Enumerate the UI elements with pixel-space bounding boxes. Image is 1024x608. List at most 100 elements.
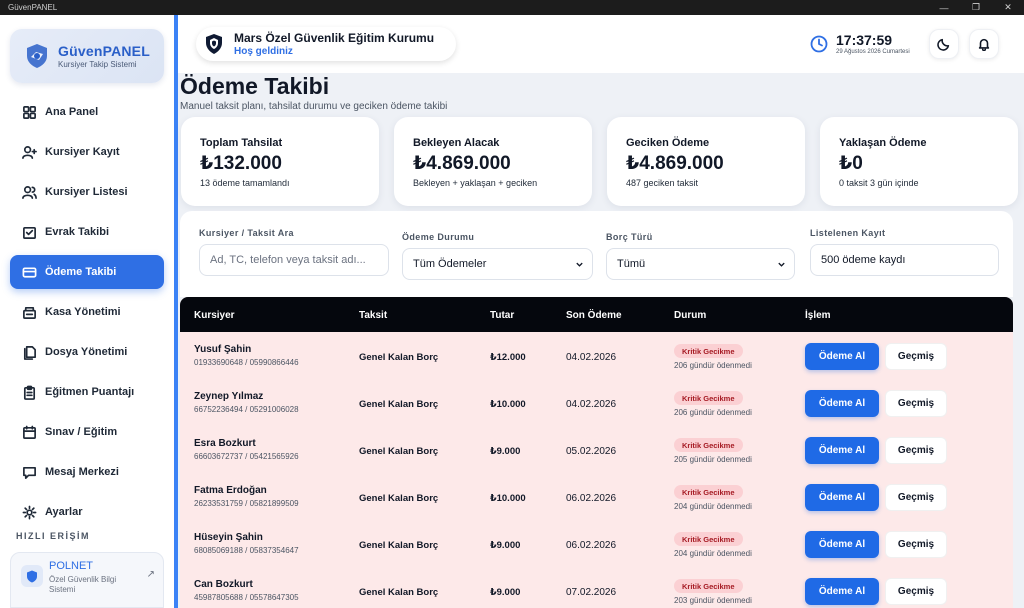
stat-title: Yaklaşan Ödeme xyxy=(839,137,927,149)
stat-card-pending-receivable: Bekleyen Alacak ₺4.869.000 Bekleyen + ya… xyxy=(394,117,592,206)
stat-title: Bekleyen Alacak xyxy=(413,137,500,149)
sidebar: GüvenPANEL Kursiyer Takip Sistemi Ana Pa… xyxy=(0,15,174,608)
column-header-student[interactable]: Kursiyer xyxy=(194,310,235,321)
table-row[interactable]: Can Bozkurt 45987805688 / 05578647305 Ge… xyxy=(180,569,1013,608)
student-ids: 68085069188 / 05837354647 xyxy=(194,546,299,555)
receive-payment-button[interactable]: Ödeme Al xyxy=(805,437,879,464)
history-button[interactable]: Geçmiş xyxy=(885,484,947,511)
history-button[interactable]: Geçmiş xyxy=(885,437,947,464)
clock-widget: 17:37:59 29 Ağustos 2026 Cumartesi xyxy=(810,32,910,55)
stat-card-upcoming-payment: Yaklaşan Ödeme ₺0 0 taksit 3 gün içinde xyxy=(820,117,1018,206)
sidebar-item-evrak-takibi[interactable]: Evrak Takibi xyxy=(10,215,164,249)
receive-payment-button[interactable]: Ödeme Al xyxy=(805,531,879,558)
installment-name: Genel Kalan Borç xyxy=(359,399,439,410)
brand-card[interactable]: GüvenPANEL Kursiyer Takip Sistemi xyxy=(10,29,164,83)
history-button[interactable]: Geçmiş xyxy=(885,390,947,417)
student-ids: 66603672737 / 05421565926 xyxy=(194,452,299,461)
receive-payment-button[interactable]: Ödeme Al xyxy=(805,484,879,511)
close-button[interactable]: ✕ xyxy=(992,0,1024,15)
debt-type-value: Tümü xyxy=(617,258,646,270)
stat-value: ₺4.869.000 xyxy=(626,153,724,174)
stat-note: 487 geciken taksit xyxy=(626,178,699,188)
status-badge: Kritik Gecikme xyxy=(674,532,743,546)
search-input[interactable]: Ad, TC, telefon veya taksit adı... xyxy=(199,244,389,276)
installment-name: Genel Kalan Borç xyxy=(359,587,439,598)
installment-name: Genel Kalan Borç xyxy=(359,446,439,457)
minimize-button[interactable]: — xyxy=(928,0,960,15)
users-icon xyxy=(22,185,37,199)
clipboard-icon xyxy=(23,385,36,400)
current-date: 29 Ağustos 2026 Cumartesi xyxy=(836,49,910,55)
dashboard-icon xyxy=(23,105,36,119)
student-ids: 45987805688 / 05578647305 xyxy=(194,593,299,602)
due-date: 05.02.2026 xyxy=(566,446,617,457)
history-button[interactable]: Geçmiş xyxy=(885,531,947,558)
installment-name: Genel Kalan Borç xyxy=(359,540,439,551)
column-header-installment[interactable]: Taksit xyxy=(359,310,387,321)
quick-access-polnet[interactable]: POLNET Özel Güvenlik Bilgi Sistemi ↗ xyxy=(10,552,164,608)
delay-text: 204 gündür ödenmedi xyxy=(674,549,752,558)
sidebar-item-dosya-yonetimi[interactable]: Dosya Yönetimi xyxy=(10,335,164,369)
theme-toggle-button[interactable] xyxy=(929,29,959,59)
credit-card-icon xyxy=(22,266,37,278)
receive-payment-button[interactable]: Ödeme Al xyxy=(805,343,879,370)
student-ids: 66752236494 / 05291006028 xyxy=(194,405,299,414)
sidebar-item-label: Kursiyer Listesi xyxy=(45,186,128,198)
gear-icon xyxy=(22,505,37,519)
amount: ₺10.000 xyxy=(490,493,526,504)
stat-title: Toplam Tahsilat xyxy=(200,137,283,149)
history-button[interactable]: Geçmiş xyxy=(885,343,947,370)
page-title: Ödeme Takibi xyxy=(180,73,330,99)
listed-count-value: 500 ödeme kaydı xyxy=(810,244,999,276)
document-check-icon xyxy=(23,226,36,239)
notifications-button[interactable] xyxy=(969,29,999,59)
sidebar-item-kursiyer-kayit[interactable]: Kursiyer Kayıt xyxy=(10,135,164,169)
history-button[interactable]: Geçmiş xyxy=(885,578,947,605)
sidebar-item-sinav-egitim[interactable]: Sınav / Eğitim xyxy=(10,415,164,449)
sidebar-item-odeme-takibi[interactable]: Ödeme Takibi xyxy=(10,255,164,289)
column-header-status[interactable]: Durum xyxy=(674,310,706,321)
sidebar-item-egitmen-puantaji[interactable]: Eğitmen Puantajı xyxy=(10,375,164,409)
sidebar-item-mesaj-merkezi[interactable]: Mesaj Merkezi xyxy=(10,455,164,489)
moon-icon xyxy=(937,38,950,51)
welcome-text: Hoş geldiniz xyxy=(234,46,293,57)
status-badge: Kritik Gecikme xyxy=(674,391,743,405)
column-header-amount[interactable]: Tutar xyxy=(490,310,514,321)
sidebar-item-label: Evrak Takibi xyxy=(45,226,109,238)
due-date: 06.02.2026 xyxy=(566,493,617,504)
stat-value: ₺132.000 xyxy=(200,153,282,174)
chevron-down-icon xyxy=(576,262,583,267)
table-row[interactable]: Esra Bozkurt 66603672737 / 05421565926 G… xyxy=(180,428,1013,475)
delay-text: 206 gündür ödenmedi xyxy=(674,361,752,370)
amount: ₺9.000 xyxy=(490,540,521,551)
filter-panel: Kursiyer / Taksit Ara Ad, TC, telefon ve… xyxy=(180,211,1013,297)
delay-text: 204 gündür ödenmedi xyxy=(674,502,752,511)
student-name: Esra Bozkurt xyxy=(194,438,256,449)
table-row[interactable]: Fatma Erdoğan 26233531759 / 05821899509 … xyxy=(180,475,1013,522)
column-header-due-date[interactable]: Son Ödeme xyxy=(566,310,622,321)
student-ids: 26233531759 / 05821899509 xyxy=(194,499,299,508)
organization-name: Mars Özel Güvenlik Eğitim Kurumu xyxy=(234,31,435,45)
payment-status-value: Tüm Ödemeler xyxy=(413,258,487,270)
payments-table: Kursiyer Taksit Tutar Son Ödeme Durum İş… xyxy=(180,297,1013,608)
quick-access-title: HIZLI ERİŞİM xyxy=(16,531,90,541)
receive-payment-button[interactable]: Ödeme Al xyxy=(805,390,879,417)
debt-type-select[interactable]: Tümü xyxy=(606,248,795,280)
sidebar-item-ayarlar[interactable]: Ayarlar xyxy=(10,495,164,529)
table-row[interactable]: Hüseyin Şahin 68085069188 / 05837354647 … xyxy=(180,522,1013,569)
table-row[interactable]: Zeynep Yılmaz 66752236494 / 05291006028 … xyxy=(180,381,1013,428)
clock-icon xyxy=(810,35,828,52)
student-name: Fatma Erdoğan xyxy=(194,485,267,496)
sidebar-item-ana-panel[interactable]: Ana Panel xyxy=(10,95,164,129)
table-row[interactable]: Yusuf Şahin 01933690648 / 05990866446 Ge… xyxy=(180,334,1013,381)
receive-payment-button[interactable]: Ödeme Al xyxy=(805,578,879,605)
external-link-icon[interactable]: ↗ xyxy=(147,569,155,580)
amount: ₺10.000 xyxy=(490,399,526,410)
payment-status-select[interactable]: Tüm Ödemeler xyxy=(402,248,593,280)
debt-type-label: Borç Türü xyxy=(606,232,653,242)
sidebar-item-kursiyer-listesi[interactable]: Kursiyer Listesi xyxy=(10,175,164,209)
due-date: 07.02.2026 xyxy=(566,587,617,598)
sidebar-item-kasa-yonetimi[interactable]: Kasa Yönetimi xyxy=(10,295,164,329)
sidebar-nav: Ana Panel Kursiyer Kayıt Kursiyer Listes… xyxy=(10,95,164,535)
maximize-button[interactable]: ❐ xyxy=(960,0,992,15)
